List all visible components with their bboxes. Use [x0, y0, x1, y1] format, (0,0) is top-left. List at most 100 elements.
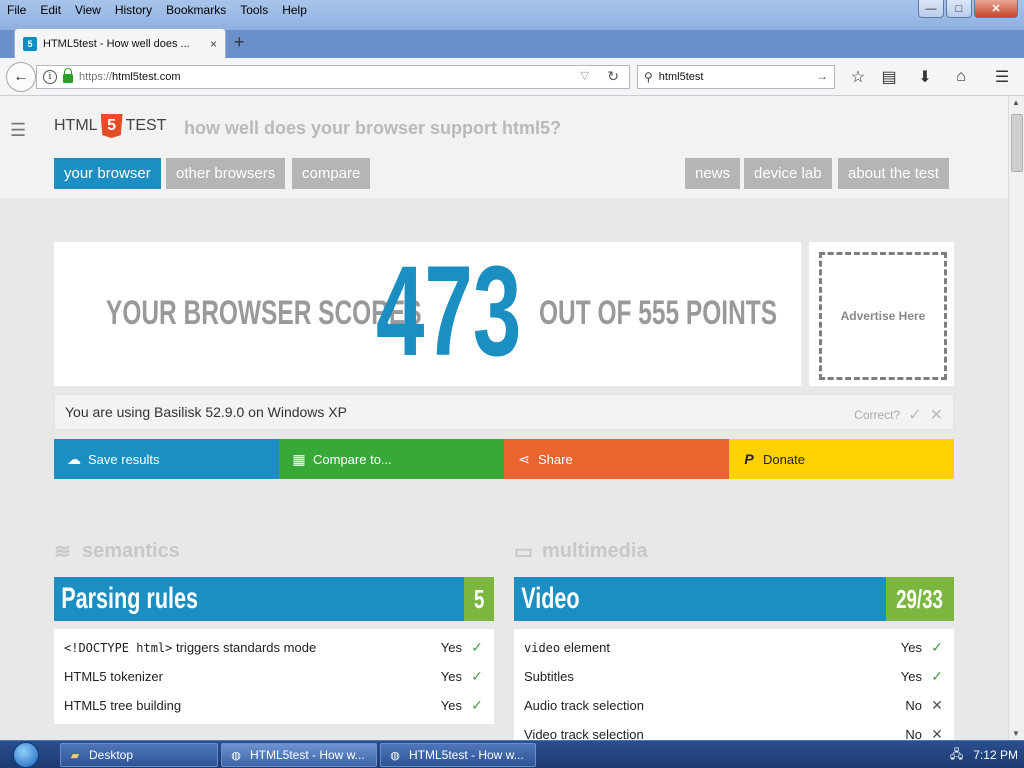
tab-title: HTML5test - How well does ... — [43, 37, 190, 50]
card-body: video element Yes ✓ Subtitles Yes ✓ Audi… — [514, 629, 954, 740]
menu-bar: File Edit View History Bookmarks Tools H… — [0, 0, 314, 22]
check-icon: ✓ — [931, 639, 943, 655]
site-logo[interactable]: HTML 5 TEST — [54, 114, 166, 138]
advertise-here-link[interactable]: Advertise Here — [819, 252, 947, 380]
start-button[interactable] — [4, 741, 48, 768]
tab-compare[interactable]: compare — [292, 158, 371, 189]
system-tray: 🖧 7:12 PM — [950, 741, 1018, 768]
save-results-button[interactable]: ☁ Save results — [54, 439, 279, 479]
menu-edit[interactable]: Edit — [33, 0, 68, 22]
logo-html: HTML — [54, 117, 98, 134]
browser-tab[interactable]: 5 HTML5test - How well does ... × — [14, 28, 226, 58]
maximize-button[interactable]: □ — [946, 0, 972, 18]
info-icon[interactable]: i — [43, 70, 57, 84]
network-icon[interactable]: 🖧 — [950, 745, 963, 766]
row-result: Yes — [900, 640, 922, 655]
score-value: 473 — [376, 240, 522, 383]
tab-about-the-test[interactable]: about the test — [838, 158, 949, 189]
menu-history[interactable]: History — [108, 0, 159, 22]
row-result: Yes — [440, 698, 462, 713]
search-input[interactable]: ⚲ html5test → — [637, 65, 835, 89]
home-icon[interactable]: ⌂ — [950, 66, 972, 88]
lock-icon[interactable] — [63, 68, 73, 83]
url-dropdown-icon[interactable]: ▽ — [581, 69, 589, 82]
tab-device-lab[interactable]: device lab — [744, 158, 832, 189]
taskbar-desktop-label: Desktop — [89, 748, 134, 762]
menu-view[interactable]: View — [68, 0, 108, 22]
tab-other-browsers[interactable]: other browsers — [166, 158, 286, 189]
correct-label: Correct? — [854, 408, 901, 422]
minimize-button[interactable]: — — [918, 0, 944, 18]
correct-prompt: Correct? ✓ ✕ — [854, 405, 943, 425]
parsing-rules-card: Parsing rules 5 <!DOCTYPE html> triggers… — [54, 577, 494, 724]
new-tab-button[interactable]: + — [234, 32, 245, 53]
scroll-down-icon[interactable]: ▼ — [1012, 729, 1020, 738]
menu-file[interactable]: File — [0, 0, 33, 22]
score-panel: YOUR BROWSER SCORES 473 OUT OF 555 POINT… — [54, 242, 801, 386]
card-header: Parsing rules 5 — [54, 577, 494, 621]
bookmark-star-icon[interactable]: ☆ — [847, 66, 869, 88]
ad-panel: Advertise Here — [809, 242, 954, 386]
compare-to-button[interactable]: ▦ Compare to... — [279, 439, 504, 479]
folder-icon: ▰ — [70, 749, 80, 762]
vertical-scrollbar[interactable]: ▲ ▼ — [1008, 96, 1024, 740]
film-icon: ▭ — [514, 541, 533, 563]
row-result: No — [905, 727, 922, 740]
share-button[interactable]: ⋖ Share — [504, 439, 729, 479]
site-menu-icon[interactable]: ☰ — [10, 120, 26, 141]
menu-help[interactable]: Help — [275, 0, 314, 22]
reading-list-icon[interactable]: ▤ — [878, 66, 900, 88]
menu-bookmarks[interactable]: Bookmarks — [159, 0, 233, 22]
row-label: Subtitles — [524, 669, 574, 684]
search-value: html5test — [658, 71, 704, 83]
tab-your-browser[interactable]: your browser — [54, 158, 161, 189]
test-row: Subtitles Yes ✓ — [514, 662, 954, 691]
row-label: Audio track selection — [524, 698, 644, 713]
tab-strip: 5 HTML5test - How well does ... × + — [0, 22, 1024, 58]
user-agent-text: You are using Basilisk 52.9.0 on Windows… — [65, 404, 347, 420]
test-row: HTML5 tree building Yes ✓ — [54, 691, 494, 720]
score-suffix: OUT OF 555 POINTS — [539, 294, 778, 332]
tab-close-icon[interactable]: × — [210, 37, 217, 51]
check-icon: ✓ — [471, 668, 483, 684]
search-go-icon[interactable]: → — [816, 69, 828, 83]
taskbar-desktop[interactable]: ▰ Desktop — [60, 743, 218, 767]
scroll-thumb[interactable] — [1011, 114, 1023, 172]
download-icon[interactable]: ⬇ — [914, 66, 936, 88]
confirm-check-icon[interactable]: ✓ — [908, 405, 921, 425]
card-body: <!DOCTYPE html> triggers standards mode … — [54, 629, 494, 724]
test-row: Audio track selection No ✕ — [514, 691, 954, 720]
row-label: HTML5 tree building — [64, 698, 182, 713]
logo-test: TEST — [125, 117, 167, 134]
taskbar-html5test-2[interactable]: ◍ HTML5test - How w... — [380, 743, 536, 767]
menu-hamburger-icon[interactable]: ☰ — [991, 66, 1013, 88]
menu-tools[interactable]: Tools — [233, 0, 275, 22]
check-icon: ✓ — [471, 697, 483, 713]
test-row: <!DOCTYPE html> triggers standards mode … — [54, 633, 494, 662]
scroll-up-icon[interactable]: ▲ — [1012, 98, 1020, 107]
cross-icon: ✕ — [931, 697, 943, 713]
browser-icon: ◍ — [231, 749, 241, 762]
donate-label: Donate — [763, 451, 805, 467]
tab-news[interactable]: news — [685, 158, 741, 189]
web-page: ☰ HTML 5 TEST how well does your browser… — [0, 96, 1008, 740]
row-label: HTML5 tokenizer — [64, 669, 163, 684]
taskbar-html5test-1[interactable]: ◍ HTML5test - How w... — [221, 743, 377, 767]
clock[interactable]: 7:12 PM — [973, 748, 1018, 762]
reload-icon[interactable]: ↻ — [607, 68, 619, 85]
close-window-button[interactable]: ✕ — [974, 0, 1018, 18]
url-bar[interactable]: i https://html5test.com ▽ ↻ — [36, 65, 630, 89]
row-label: Video track selection — [524, 727, 644, 740]
back-button[interactable]: ← — [6, 62, 36, 92]
row-code: video — [524, 641, 561, 655]
card-title: Video — [521, 582, 580, 615]
donate-button[interactable]: P Donate — [729, 439, 954, 479]
share-icon: ⋖ — [518, 450, 530, 467]
reject-cross-icon[interactable]: ✕ — [930, 405, 943, 425]
taskbar-html5test-1-label: HTML5test - How w... — [250, 748, 365, 762]
save-results-label: Save results — [88, 451, 160, 467]
compare-to-label: Compare to... — [313, 451, 392, 467]
row-result: Yes — [440, 669, 462, 684]
row-result: Yes — [440, 640, 462, 655]
back-arrow-icon: ← — [13, 68, 29, 85]
